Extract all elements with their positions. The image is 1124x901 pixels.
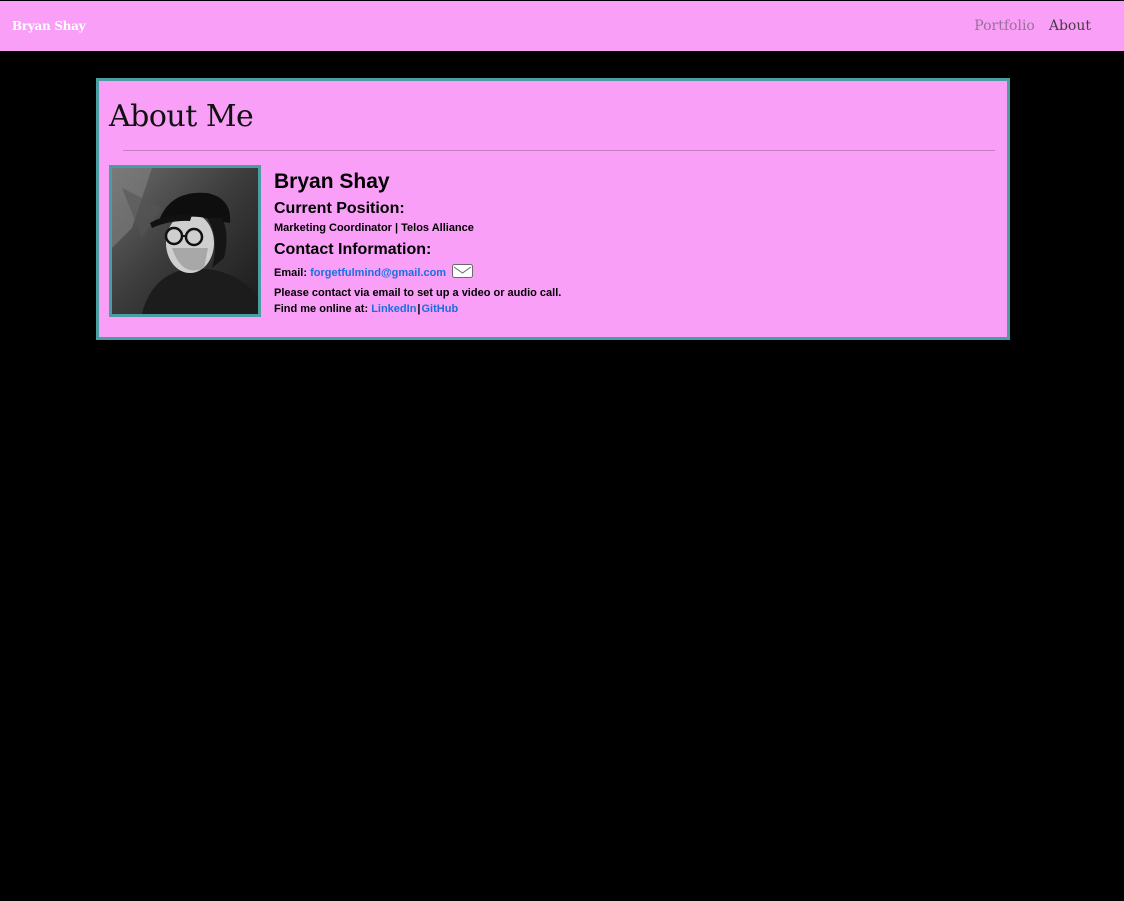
contact-note: Please contact via email to set up a vid… — [274, 287, 562, 299]
envelope-icon[interactable] — [452, 264, 474, 282]
brand-link[interactable]: Bryan Shay — [12, 19, 86, 33]
current-position-text: Marketing Coordinator | Telos Alliance — [274, 222, 474, 234]
about-card: About Me Bryan Shay Current Position: Ma… — [96, 78, 1010, 340]
linkedin-link[interactable]: LinkedIn — [371, 303, 416, 315]
find-online-line: Find me online at: LinkedIn|GitHub — [274, 302, 561, 316]
email-line: Email: forgetfulmind@gmail.com — [274, 264, 561, 282]
nav-link-about[interactable]: About — [1049, 18, 1091, 34]
contact-info-heading: Contact Information: — [274, 241, 432, 258]
email-link[interactable]: forgetfulmind@gmail.com — [310, 267, 446, 279]
profile-photo-image — [112, 168, 258, 314]
navbar: Bryan Shay Portfolio About — [0, 1, 1124, 51]
email-label: Email: — [274, 266, 308, 279]
profile-info: Bryan Shay Current Position: Marketing C… — [274, 169, 561, 316]
page-title: About Me — [109, 99, 254, 134]
find-online-label: Find me online at: — [274, 303, 369, 315]
link-separator: | — [417, 303, 421, 315]
current-position-heading: Current Position: — [274, 200, 405, 217]
github-link[interactable]: GitHub — [422, 303, 459, 315]
nav-link-portfolio[interactable]: Portfolio — [974, 18, 1035, 34]
profile-photo — [109, 165, 261, 317]
nav-links: Portfolio About — [974, 18, 1091, 34]
title-divider — [123, 150, 995, 151]
profile-name: Bryan Shay — [274, 170, 390, 193]
